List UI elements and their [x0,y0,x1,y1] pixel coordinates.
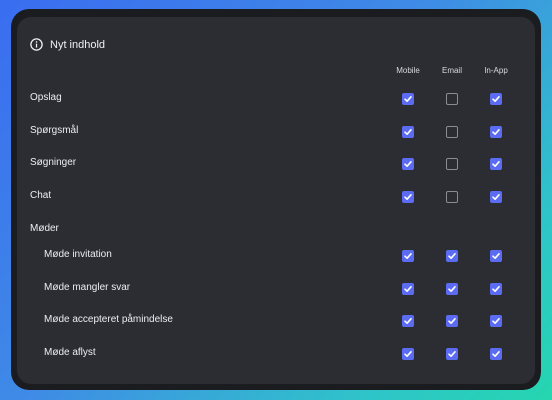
checkbox-email[interactable] [446,191,458,203]
setting-row-mode-invitation: Møde invitation [17,244,535,268]
notification-settings-panel: Nyt indhold Mobile Email In-App Opslag Sp… [17,17,535,384]
setting-row-opslag: Opslag [17,87,535,111]
checkbox-inapp[interactable] [490,158,502,170]
setting-row-chat: Chat [17,185,535,209]
setting-label: Spørgsmål [30,125,79,136]
checkbox-inapp[interactable] [490,250,502,262]
setting-label: Møde accepteret påmindelse [44,314,173,325]
checkbox-email[interactable] [446,315,458,327]
setting-label: Møde invitation [44,249,112,260]
setting-label: Møde mangler svar [44,282,131,293]
setting-label: Opslag [30,92,62,103]
checkbox-email[interactable] [446,93,458,105]
column-header-inapp: In-App [484,66,508,75]
setting-row-sporgsmal: Spørgsmål [17,120,535,144]
checkbox-inapp[interactable] [490,191,502,203]
checkbox-email[interactable] [446,250,458,262]
checkbox-email[interactable] [446,348,458,360]
checkbox-mobile[interactable] [402,158,414,170]
setting-row-mode-aflyst: Møde aflyst [17,342,535,366]
checkbox-mobile[interactable] [402,348,414,360]
checkbox-inapp[interactable] [490,348,502,360]
setting-label: Chat [30,190,52,201]
checkbox-inapp[interactable] [490,283,502,295]
column-header-email: Email [441,66,462,75]
checkbox-mobile[interactable] [402,191,414,203]
checkbox-mobile[interactable] [402,283,414,295]
checkbox-mobile[interactable] [402,93,414,105]
checkbox-email[interactable] [446,126,458,138]
setting-row-mode-mangler-svar: Møde mangler svar [17,277,535,301]
checkbox-mobile[interactable] [402,126,414,138]
section-header: Nyt indhold [30,38,105,51]
checkbox-mobile[interactable] [402,315,414,327]
group-label: Møder [30,223,59,234]
section-title: Nyt indhold [50,38,106,51]
checkbox-email[interactable] [446,158,458,170]
info-icon [30,38,43,51]
group-header-moder: Møder [17,218,535,242]
checkbox-mobile[interactable] [402,250,414,262]
checkbox-inapp[interactable] [490,126,502,138]
column-header-mobile: Mobile [396,66,420,75]
checkbox-inapp[interactable] [490,93,502,105]
checkbox-email[interactable] [446,283,458,295]
setting-row-mode-accepteret-pamindelse: Møde accepteret påmindelse [17,309,535,333]
setting-label: Søgninger [30,157,77,168]
checkbox-inapp[interactable] [490,315,502,327]
setting-label: Møde aflyst [44,347,96,358]
setting-row-sogninger: Søgninger [17,152,535,176]
